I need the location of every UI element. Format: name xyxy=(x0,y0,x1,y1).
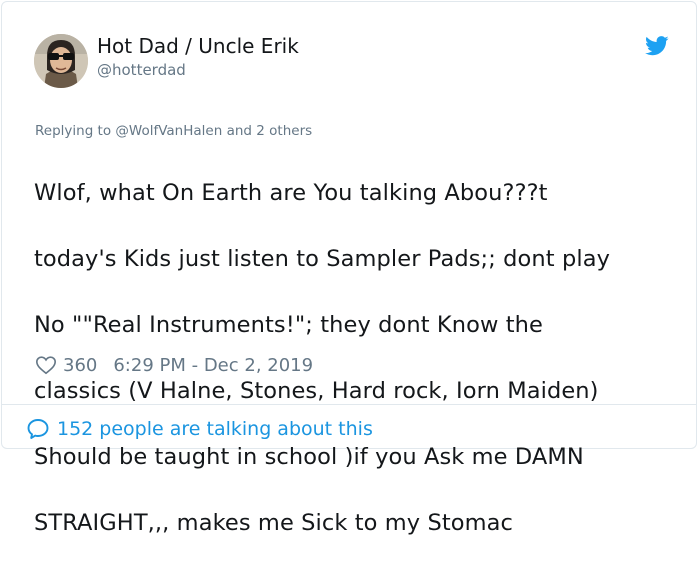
tweet-text-line: Wlof, what On Earth are You talking Abou… xyxy=(34,180,548,206)
conversation-link[interactable]: 152 people are talking about this xyxy=(26,416,373,442)
conversation-text: 152 people are talking about this xyxy=(57,418,373,440)
speech-bubble-icon xyxy=(27,419,49,439)
tweet-text-line: STRAIGHT,,, makes me Sick to my Stomac xyxy=(34,510,514,536)
tweet-meta: 360 6:29 PM - Dec 2, 2019 xyxy=(35,352,313,378)
heart-icon[interactable] xyxy=(35,354,57,376)
tweet-timestamp[interactable]: 6:29 PM - Dec 2, 2019 xyxy=(113,355,313,376)
reply-others[interactable]: and 2 others xyxy=(227,123,313,139)
reply-context: Replying to @WolfVanHalen and 2 others xyxy=(35,123,312,139)
avatar[interactable] xyxy=(34,34,88,88)
author-name[interactable]: Hot Dad / Uncle Erik xyxy=(97,34,299,58)
reply-prefix: Replying to xyxy=(35,123,112,139)
twitter-bird-icon[interactable] xyxy=(645,36,669,56)
tweet-text-line: No ""Real Instruments!"; they dont Know … xyxy=(34,312,543,338)
like-count[interactable]: 360 xyxy=(63,355,97,376)
author-handle[interactable]: @hotterdad xyxy=(97,61,186,79)
tweet-text-line: Should be taught in school )if you Ask m… xyxy=(34,444,584,470)
avatar-image xyxy=(34,34,88,88)
reply-to-link[interactable]: @WolfVanHalen xyxy=(115,123,222,139)
divider xyxy=(2,404,696,405)
tweet-text-line: today's Kids just listen to Sampler Pads… xyxy=(34,246,610,272)
tweet-card: Hot Dad / Uncle Erik @hotterdad Replying… xyxy=(1,1,697,536)
